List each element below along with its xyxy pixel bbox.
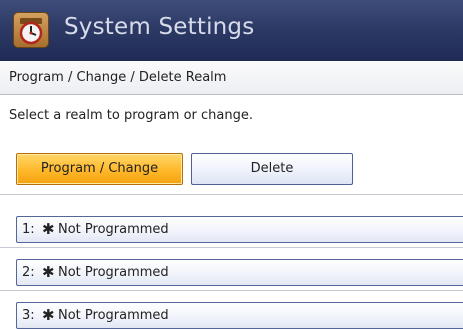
realm-label: Not Programmed xyxy=(58,308,169,323)
realm-row-2[interactable]: 2: ✱ Not Programmed xyxy=(16,259,463,286)
breadcrumb: Program / Change / Delete Realm xyxy=(0,61,463,95)
system-settings-clock-icon xyxy=(13,12,49,48)
delete-button[interactable]: Delete xyxy=(191,153,353,185)
instruction-text: Select a realm to program or change. xyxy=(9,108,253,123)
divider xyxy=(0,290,463,291)
realm-row-3[interactable]: 3: ✱ Not Programmed xyxy=(16,302,463,329)
realm-label: Not Programmed xyxy=(58,265,169,280)
title-bar: System Settings xyxy=(0,0,463,61)
divider xyxy=(0,194,463,195)
realm-number: 1: xyxy=(22,222,35,237)
program-change-button[interactable]: Program / Change xyxy=(16,153,183,185)
not-programmed-asterisk-icon: ✱ xyxy=(42,263,55,281)
realm-label: Not Programmed xyxy=(58,222,169,237)
realm-number: 2: xyxy=(22,265,35,280)
realm-number: 3: xyxy=(22,308,35,323)
breadcrumb-text: Program / Change / Delete Realm xyxy=(9,70,227,85)
realm-row-1[interactable]: 1: ✱ Not Programmed xyxy=(16,216,463,243)
not-programmed-asterisk-icon: ✱ xyxy=(42,306,55,324)
divider xyxy=(0,247,463,248)
page-title: System Settings xyxy=(64,14,255,40)
not-programmed-asterisk-icon: ✱ xyxy=(42,220,55,238)
